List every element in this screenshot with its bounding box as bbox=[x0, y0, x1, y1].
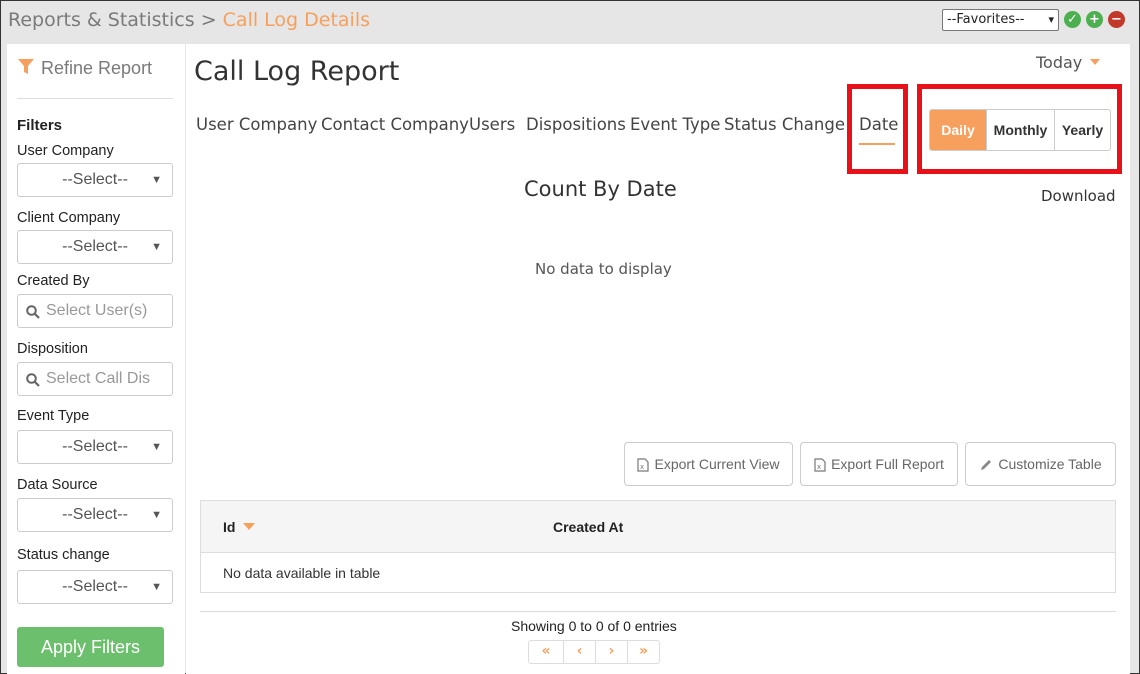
export-current-label: Export Current View bbox=[654, 456, 780, 472]
excel-file-icon: x bbox=[637, 458, 650, 472]
refine-sidebar: Refine Report Filters User Company --Sel… bbox=[7, 44, 185, 674]
caret-down-icon bbox=[1090, 59, 1101, 65]
filter-icon bbox=[18, 59, 34, 74]
chart-title: Count By Date bbox=[524, 177, 677, 201]
client-company-label: Client Company bbox=[17, 210, 121, 226]
table-empty-message: No data available in table bbox=[223, 565, 381, 581]
apply-filters-button[interactable]: Apply Filters bbox=[17, 627, 164, 667]
table-header: Id Created At bbox=[201, 501, 1115, 553]
tab-user-company[interactable]: User Company bbox=[196, 115, 317, 134]
export-current-view-button[interactable]: x Export Current View bbox=[624, 442, 793, 486]
caret-down-icon: ▼ bbox=[151, 241, 162, 253]
search-placeholder: Select User(s) bbox=[46, 302, 148, 319]
excel-file-icon: x bbox=[814, 458, 826, 472]
page-title: Call Log Report bbox=[194, 56, 400, 87]
search-placeholder: Select Call Dis bbox=[46, 370, 151, 387]
disposition-search[interactable]: Select Call Dis bbox=[17, 362, 173, 396]
add-icon[interactable]: + bbox=[1086, 11, 1103, 28]
divider bbox=[200, 611, 1116, 612]
svg-text:x: x bbox=[817, 463, 821, 471]
no-data-message: No data to display bbox=[535, 260, 672, 278]
favorites-select-value: --Favorites-- bbox=[947, 12, 1025, 27]
column-header-created-at[interactable]: Created At bbox=[553, 519, 623, 535]
check-icon[interactable]: ✓ bbox=[1064, 11, 1081, 28]
period-dropdown[interactable]: Today bbox=[1036, 53, 1101, 72]
created-by-label: Created By bbox=[17, 273, 90, 289]
breadcrumb: Reports & Statistics > Call Log Details bbox=[8, 9, 370, 31]
first-page-button[interactable]: « bbox=[529, 641, 563, 663]
chevron-down-icon: ▾ bbox=[1048, 13, 1054, 26]
breadcrumb-separator: > bbox=[200, 9, 217, 31]
client-company-select[interactable]: --Select-- ▼ bbox=[17, 230, 173, 264]
tab-status-change[interactable]: Status Change bbox=[724, 115, 845, 134]
tab-contact-company[interactable]: Contact Company bbox=[321, 115, 469, 134]
tab-users[interactable]: Users bbox=[469, 115, 515, 134]
refine-report-header[interactable]: Refine Report bbox=[17, 58, 152, 79]
breadcrumb-current: Call Log Details bbox=[222, 9, 371, 31]
report-main: Call Log Report Today User Company Conta… bbox=[186, 44, 1130, 674]
column-id-label: Id bbox=[223, 519, 236, 535]
remove-icon[interactable]: − bbox=[1108, 11, 1125, 28]
customize-label: Customize Table bbox=[998, 456, 1102, 472]
next-page-button[interactable]: › bbox=[595, 641, 627, 663]
search-icon bbox=[26, 373, 40, 387]
event-type-label: Event Type bbox=[17, 408, 90, 424]
call-log-table: Id Created At No data available in table bbox=[200, 500, 1116, 593]
download-link[interactable]: Download bbox=[1041, 187, 1116, 205]
disposition-label: Disposition bbox=[17, 341, 88, 357]
search-icon bbox=[26, 305, 40, 319]
event-type-select[interactable]: --Select-- ▼ bbox=[17, 430, 173, 464]
top-bar: Reports & Statistics > Call Log Details … bbox=[1, 1, 1139, 39]
select-value: --Select-- bbox=[62, 578, 128, 595]
user-company-label: User Company bbox=[17, 143, 114, 159]
highlight-box-date-tab bbox=[847, 84, 908, 174]
last-page-button[interactable]: » bbox=[627, 641, 659, 663]
breadcrumb-parent[interactable]: Reports & Statistics bbox=[8, 9, 195, 31]
pagination: « ‹ › » bbox=[528, 640, 660, 664]
previous-page-button[interactable]: ‹ bbox=[563, 641, 595, 663]
svg-text:x: x bbox=[640, 463, 644, 471]
customize-table-button[interactable]: Customize Table bbox=[965, 442, 1116, 486]
export-full-label: Export Full Report bbox=[831, 456, 944, 472]
tab-dispositions[interactable]: Dispositions bbox=[526, 115, 626, 134]
caret-down-icon: ▼ bbox=[151, 441, 162, 453]
caret-down-icon: ▼ bbox=[151, 581, 162, 593]
export-full-report-button[interactable]: x Export Full Report bbox=[800, 442, 958, 486]
period-value: Today bbox=[1036, 53, 1083, 72]
refine-label: Refine Report bbox=[41, 58, 153, 78]
tab-event-type[interactable]: Event Type bbox=[630, 115, 720, 134]
table-info: Showing 0 to 0 of 0 entries bbox=[511, 618, 677, 634]
filters-heading: Filters bbox=[17, 117, 63, 134]
select-value: --Select-- bbox=[62, 506, 128, 523]
favorites-select[interactable]: --Favorites-- ▾ bbox=[942, 9, 1059, 31]
user-company-select[interactable]: --Select-- ▼ bbox=[17, 163, 173, 197]
status-change-select[interactable]: --Select-- ▼ bbox=[17, 570, 173, 604]
select-value: --Select-- bbox=[62, 438, 128, 455]
column-header-id[interactable]: Id bbox=[223, 519, 256, 535]
highlight-box-granularity bbox=[917, 84, 1122, 174]
select-value: --Select-- bbox=[62, 171, 128, 188]
divider bbox=[17, 98, 173, 99]
caret-down-icon: ▼ bbox=[151, 174, 162, 186]
pencil-icon bbox=[981, 460, 992, 470]
sort-desc-icon bbox=[243, 523, 256, 530]
data-source-label: Data Source bbox=[17, 477, 98, 493]
data-source-select[interactable]: --Select-- ▼ bbox=[17, 498, 173, 532]
caret-down-icon: ▼ bbox=[151, 509, 162, 521]
created-by-search[interactable]: Select User(s) bbox=[17, 294, 173, 328]
status-change-label: Status change bbox=[17, 547, 110, 563]
select-value: --Select-- bbox=[62, 238, 128, 255]
